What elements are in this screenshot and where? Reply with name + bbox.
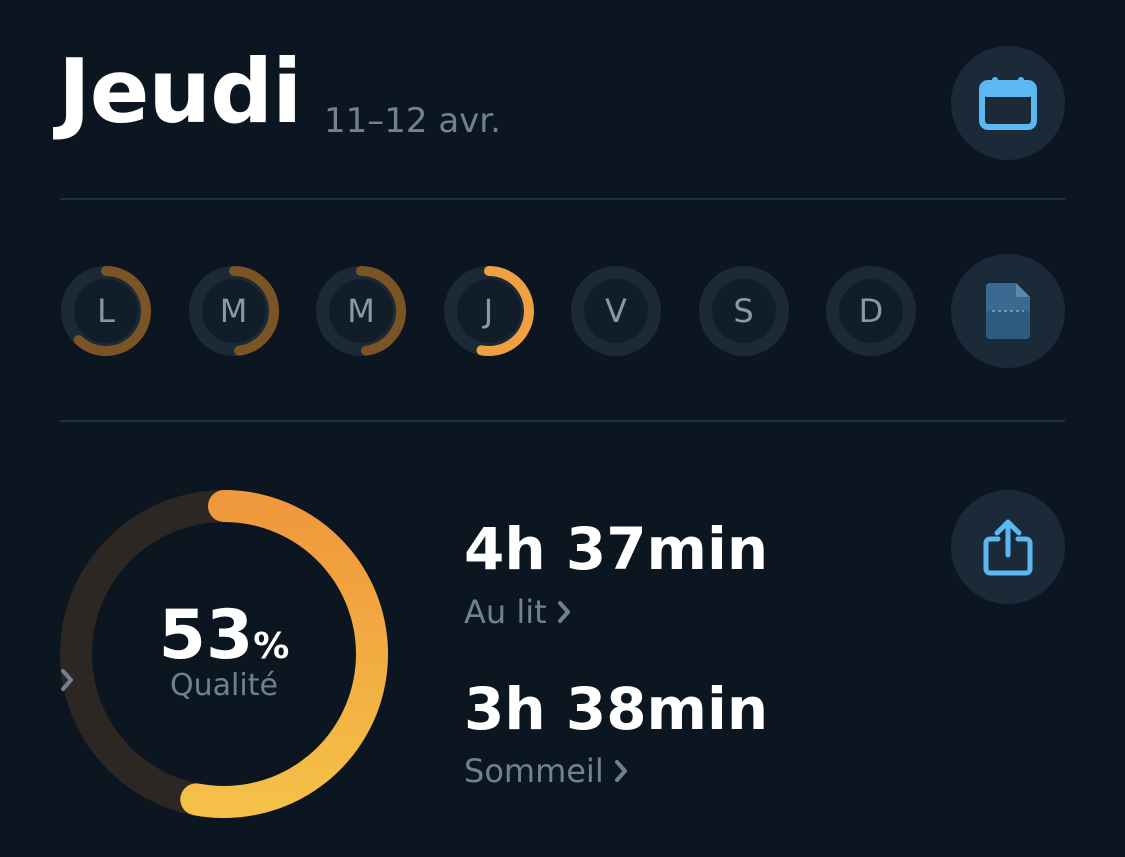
- in-bed-label: Au lit: [464, 593, 547, 631]
- day-letter: V: [605, 292, 627, 330]
- day-ring-6[interactable]: D: [825, 265, 917, 357]
- day-ring-3[interactable]: J: [443, 265, 535, 357]
- share-button[interactable]: [951, 490, 1065, 604]
- in-bed-link[interactable]: Au lit: [464, 596, 571, 628]
- sleep-duration: 3h 38min: [464, 675, 769, 743]
- day-letter: M: [219, 292, 248, 330]
- quality-link[interactable]: Qualité: [60, 668, 388, 703]
- chevron-right-icon: [61, 669, 73, 691]
- date-range: 11–12 avr.: [324, 101, 501, 141]
- quality-label: Qualité: [170, 668, 278, 703]
- middle-divider: [60, 420, 1065, 422]
- chevron-right-icon: [614, 760, 627, 782]
- calendar-icon: [979, 77, 1037, 130]
- document-icon: [986, 283, 1030, 339]
- day-ring-2[interactable]: M: [315, 265, 407, 357]
- quality-percent-sign: %: [253, 626, 290, 667]
- report-button[interactable]: [951, 254, 1065, 368]
- day-ring-1[interactable]: M: [188, 265, 280, 357]
- in-bed-duration: 4h 37min: [464, 515, 769, 583]
- day-letter: D: [858, 292, 884, 330]
- day-ring-4[interactable]: V: [570, 265, 662, 357]
- quality-percent-number: 53: [158, 596, 254, 675]
- day-ring-5[interactable]: S: [698, 265, 790, 357]
- day-letter: M: [347, 292, 375, 330]
- chevron-right-icon: [557, 601, 570, 623]
- sleep-summary-screen: Jeudi 11–12 avr. L M M J V S D 53% Qualité 4h …: [0, 0, 1125, 857]
- page-title: Jeudi: [58, 40, 302, 143]
- day-letter: L: [97, 292, 115, 330]
- day-letter: J: [483, 292, 494, 330]
- sleep-link[interactable]: Sommeil: [464, 755, 628, 787]
- quality-gauge[interactable]: 53% Qualité: [60, 490, 388, 818]
- sleep-label: Sommeil: [464, 752, 604, 790]
- calendar-button[interactable]: [951, 46, 1065, 160]
- share-icon: [983, 519, 1033, 576]
- top-divider: [60, 198, 1065, 200]
- quality-value: 53%: [60, 602, 388, 670]
- day-letter: S: [733, 292, 754, 330]
- week-day-selector: LMMJVSD: [60, 265, 1065, 357]
- day-ring-0[interactable]: L: [60, 265, 152, 357]
